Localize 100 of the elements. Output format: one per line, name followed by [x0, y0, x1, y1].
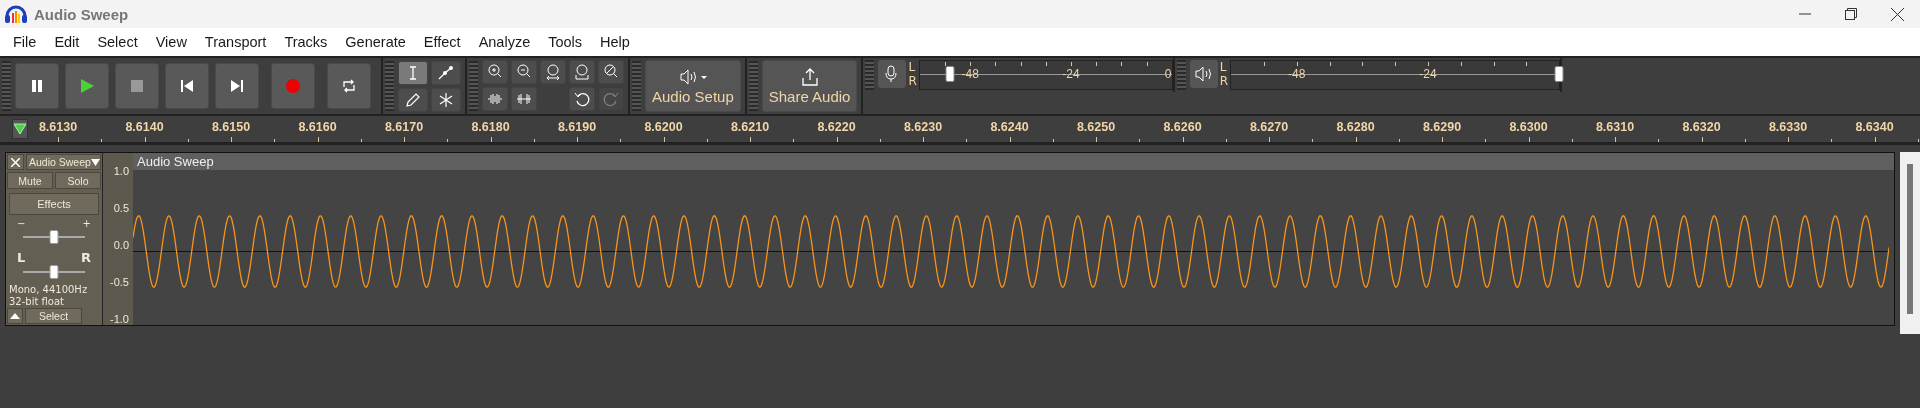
- menu-item[interactable]: Analyze: [469, 34, 540, 50]
- pencil-icon: [405, 91, 421, 108]
- selection-tool-button[interactable]: [398, 60, 428, 85]
- ruler-label: 8.6290: [1422, 120, 1462, 134]
- zoom-in-button[interactable]: [482, 59, 508, 84]
- gain-slider[interactable]: [23, 231, 85, 243]
- pan-right-label: R: [81, 251, 91, 264]
- scale-label: 0.5: [113, 202, 129, 214]
- pause-button[interactable]: [15, 63, 59, 109]
- mute-button[interactable]: Mute: [7, 172, 53, 189]
- window-title: Audio Sweep: [34, 5, 129, 23]
- grip-handle[interactable]: [632, 61, 641, 111]
- ruler-label: 8.6160: [298, 120, 337, 134]
- track-info: 32-bit float: [8, 296, 66, 308]
- menu-item[interactable]: Transport: [195, 34, 276, 50]
- grip-handle[interactable]: [865, 60, 875, 90]
- channel-label: L: [1219, 60, 1228, 74]
- record-meter[interactable]: -48 -24 0: [918, 60, 1173, 90]
- playback-meter[interactable]: -48 -24: [1230, 60, 1561, 90]
- meter-scale-label: -24: [1062, 67, 1080, 81]
- play-icon: [79, 78, 95, 94]
- meter-scale-label: -48: [1288, 67, 1306, 81]
- pencil-button[interactable]: [398, 87, 428, 112]
- restore-icon[interactable]: [1845, 8, 1857, 20]
- skip-end-icon: [229, 78, 245, 94]
- zoom-out-button[interactable]: [511, 59, 537, 84]
- select-button[interactable]: Select: [25, 308, 82, 324]
- ruler-label: 8.6190: [557, 120, 597, 134]
- menu-item[interactable]: View: [146, 34, 196, 50]
- undo-button[interactable]: [569, 86, 595, 111]
- slider-thumb[interactable]: [49, 230, 59, 244]
- collapse-button[interactable]: [7, 308, 23, 324]
- play-button[interactable]: [65, 63, 109, 109]
- meter-scale-label: 0: [1164, 67, 1172, 81]
- zoom-out-icon: [516, 63, 532, 80]
- audio-setup-button[interactable]: Audio Setup: [645, 60, 741, 112]
- ruler-label: 8.6210: [730, 120, 770, 134]
- skip-end-button[interactable]: [215, 63, 259, 109]
- track-info: Mono, 44100Hz: [8, 284, 89, 296]
- slider-thumb[interactable]: [945, 66, 955, 82]
- zoom-toggle-button[interactable]: [598, 59, 624, 84]
- playhead-button[interactable]: [12, 119, 28, 139]
- ruler-label: 8.6220: [817, 120, 856, 134]
- scroll-bar[interactable]: [1900, 152, 1920, 334]
- playback-meter-button[interactable]: [1189, 60, 1218, 88]
- menu-item[interactable]: Generate: [336, 34, 415, 50]
- channel-label: R: [1219, 74, 1229, 88]
- zoom-fit-icon: [574, 63, 590, 80]
- asterisk-button[interactable]: [431, 87, 461, 112]
- menu-item[interactable]: Help: [591, 34, 639, 50]
- pause-icon: [29, 78, 45, 94]
- ruler-label: 8.6240: [990, 120, 1029, 134]
- triangle-icon: [13, 123, 27, 135]
- ruler-label: 8.6230: [903, 120, 943, 134]
- grip-handle[interactable]: [2, 61, 11, 111]
- skip-start-button[interactable]: [165, 63, 209, 109]
- speaker-icon: [1194, 65, 1213, 83]
- pan-left-label: L: [17, 251, 26, 264]
- menu-item[interactable]: Effect: [414, 34, 470, 50]
- ruler-label: 8.6300: [1509, 120, 1548, 134]
- silence-button[interactable]: [511, 86, 537, 111]
- menu-item[interactable]: Edit: [45, 34, 89, 50]
- envelope-tool-button[interactable]: [431, 60, 461, 85]
- zoom-in-icon: [487, 63, 503, 80]
- track-name-menu[interactable]: Audio Sweep: [26, 154, 101, 170]
- stop-button[interactable]: [115, 63, 159, 109]
- slider-thumb[interactable]: [49, 265, 59, 279]
- close-track-button[interactable]: [7, 154, 24, 170]
- record-meter-button[interactable]: [878, 60, 907, 88]
- effects-button[interactable]: Effects: [9, 193, 99, 215]
- undo-icon: [574, 90, 590, 107]
- zoom-selection-icon: [545, 63, 561, 80]
- close-icon[interactable]: [1890, 7, 1904, 21]
- ruler-label: 8.6200: [644, 120, 683, 134]
- grip-handle[interactable]: [748, 61, 758, 111]
- record-icon: [285, 78, 301, 94]
- menu-item[interactable]: File: [4, 34, 46, 50]
- channel-label: L: [908, 60, 917, 74]
- slider-thumb[interactable]: [1554, 66, 1564, 82]
- menu-item[interactable]: Tracks: [275, 34, 337, 50]
- meter-scale-label: -48: [961, 67, 979, 81]
- loop-button[interactable]: [327, 63, 371, 109]
- ruler-label: 8.6180: [471, 120, 510, 134]
- share-audio-button[interactable]: Share Audio: [761, 60, 858, 112]
- scale-label: -0.5: [110, 276, 129, 288]
- trim-button[interactable]: [482, 86, 508, 111]
- menu-item[interactable]: Tools: [539, 34, 592, 50]
- ruler-label: 8.6250: [1076, 120, 1116, 134]
- pan-slider[interactable]: [23, 266, 85, 278]
- grip-handle[interactable]: [1176, 60, 1186, 90]
- zoom-selection-button[interactable]: [540, 59, 566, 84]
- channel-label: R: [908, 74, 917, 88]
- zoom-fit-button[interactable]: [569, 59, 595, 84]
- solo-button[interactable]: Solo: [55, 172, 101, 189]
- skip-start-icon: [179, 78, 195, 94]
- grip-handle[interactable]: [385, 61, 394, 111]
- menu-item[interactable]: Select: [88, 34, 147, 50]
- grip-handle[interactable]: [469, 61, 478, 111]
- ruler-label: 8.6310: [1595, 120, 1635, 134]
- ruler-label: 8.6170: [384, 120, 424, 134]
